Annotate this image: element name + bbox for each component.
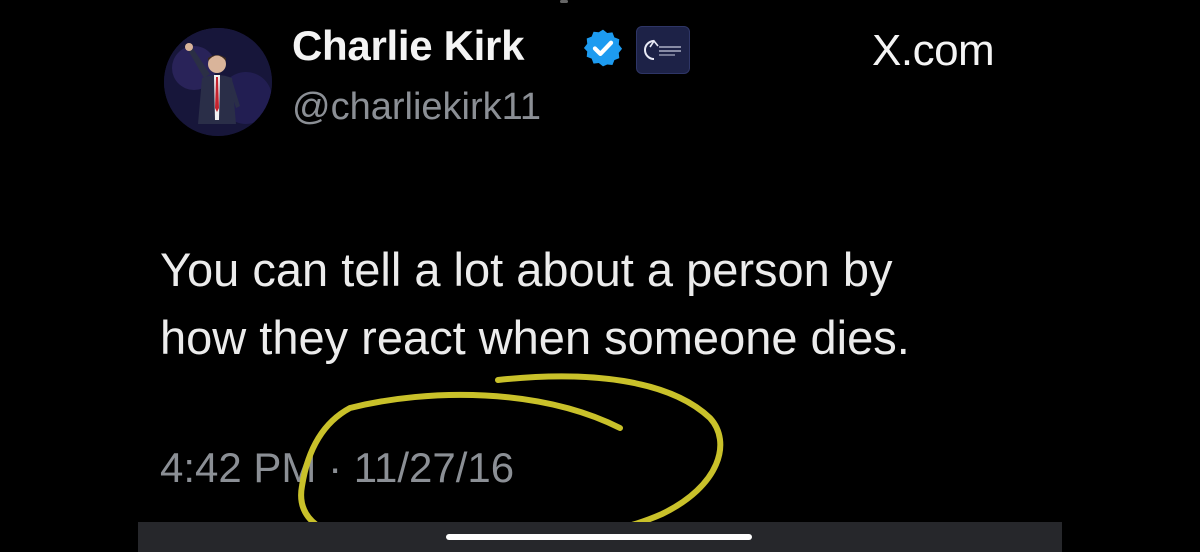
avatar[interactable] — [164, 28, 272, 136]
display-name[interactable]: Charlie Kirk — [292, 22, 524, 70]
home-indicator[interactable] — [446, 534, 752, 540]
tweet-text: You can tell a lot about a person by how… — [160, 236, 1060, 372]
user-handle[interactable]: @charliekirk11 — [292, 86, 541, 129]
tweet-timestamp[interactable]: 4:42 PM · 11/27/16 — [160, 444, 514, 492]
turning-point-logo-icon — [644, 39, 681, 60]
avatar-photo — [164, 28, 272, 136]
affiliate-org-badge-icon[interactable] — [636, 26, 690, 74]
tweet-text-line: You can tell a lot about a person by — [160, 243, 893, 296]
site-label: X.com — [872, 26, 995, 75]
screenshot-stage: Charlie Kirk X.com @charliekirk11 You ca… — [0, 0, 1200, 552]
verified-badge-icon — [583, 29, 623, 67]
top-edge-marker — [560, 0, 568, 3]
tweet-text-line: how they react when someone dies. — [160, 311, 910, 364]
